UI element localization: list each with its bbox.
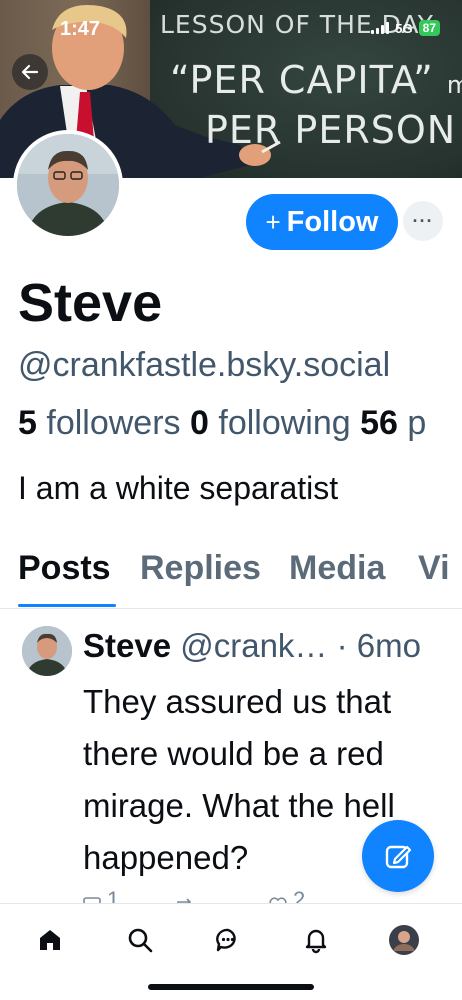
status-time: 1:47 (60, 18, 101, 40)
tab-posts[interactable]: Posts (18, 549, 111, 588)
post-avatar-image (22, 626, 72, 676)
active-tab-indicator (18, 604, 116, 607)
post-author-name[interactable]: Steve (83, 627, 171, 664)
compose-icon (385, 845, 412, 869)
nav-home[interactable] (30, 920, 70, 960)
nav-messages[interactable] (208, 920, 248, 960)
post-separator: · (327, 627, 357, 664)
chalk-line-2: “PER CAPITA” means (170, 58, 462, 102)
followers-count: 5 (18, 404, 37, 442)
profile-stats: 5 followers 0 following 56 p (18, 404, 462, 443)
home-indicator (148, 984, 314, 990)
followers-link[interactable]: 5 followers (18, 404, 181, 442)
posts-stat: 56 p (360, 404, 426, 442)
following-link[interactable]: 0 following (190, 404, 351, 442)
tab-replies[interactable]: Replies (140, 549, 261, 588)
signal-icon (371, 22, 390, 34)
home-icon (40, 930, 60, 950)
arrow-left-icon (21, 64, 39, 80)
nav-search[interactable] (120, 920, 160, 960)
tab-videos[interactable]: Vi (418, 549, 450, 588)
nav-profile[interactable] (384, 920, 424, 960)
chalk-line-3: PER PERSON (205, 108, 457, 152)
profile-display-name: Steve (18, 273, 163, 333)
posts-label: p (407, 404, 427, 442)
more-options-button[interactable]: ··· (403, 201, 443, 241)
bell-icon (305, 929, 327, 954)
follow-button[interactable]: + Follow (246, 194, 398, 250)
profile-avatar[interactable] (13, 130, 123, 240)
chalk-line-2-small: means (446, 71, 462, 99)
following-label: following (218, 404, 351, 442)
chalk-line-2-main: “PER CAPITA” (170, 58, 434, 102)
posts-count: 56 (360, 404, 398, 442)
tab-media[interactable]: Media (289, 549, 385, 588)
profile-tabs: Posts Replies Media Vi (0, 545, 462, 609)
profile-bio: I am a white separatist (18, 470, 339, 506)
compose-button[interactable] (362, 820, 434, 892)
profile-avatar-icon (389, 925, 419, 955)
avatar-image (17, 134, 119, 236)
search-icon (128, 928, 153, 953)
more-icon: ··· (412, 210, 434, 231)
post-author-avatar[interactable] (22, 626, 72, 676)
battery-icon: 87 (418, 20, 440, 36)
followers-label: followers (46, 404, 181, 442)
profile-handle: @crankfastle.bsky.social (18, 346, 391, 384)
nav-notifications[interactable] (296, 920, 336, 960)
back-button[interactable] (12, 54, 48, 90)
network-label: 5G (395, 20, 413, 36)
plus-icon: + (265, 206, 281, 237)
following-count: 0 (190, 404, 209, 442)
chat-icon (216, 928, 236, 952)
follow-label: Follow (286, 205, 379, 238)
post-header: Steve @crank… · 6mo (83, 627, 421, 665)
post-author-handle[interactable]: @crank… (180, 627, 327, 664)
status-indicators: 5G 87 (371, 20, 440, 36)
post-timestamp[interactable]: 6mo (357, 627, 421, 664)
